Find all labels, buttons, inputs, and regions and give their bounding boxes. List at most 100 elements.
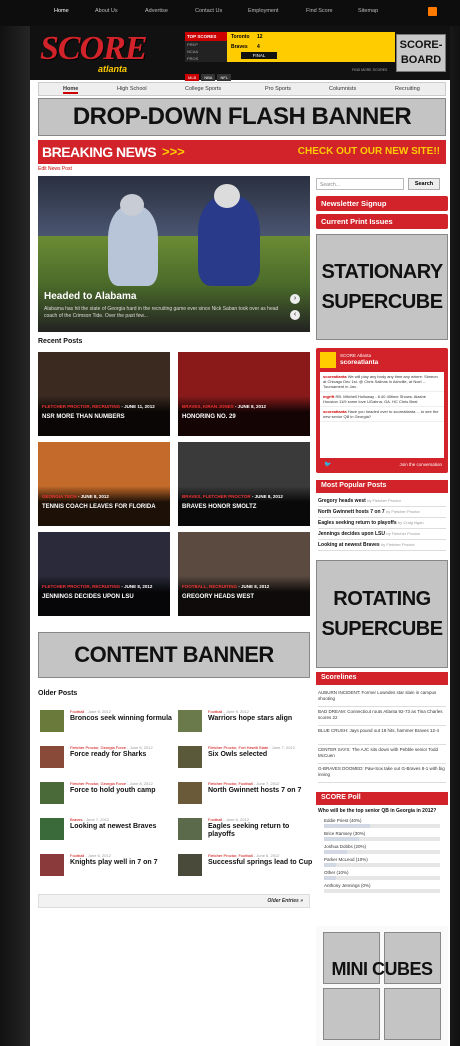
older-post-category[interactable]: Fletcher Proctor, Fort Hewitt State (208, 745, 268, 750)
recent-post-category[interactable]: BRAVES, FLETCHER PROCTOR (182, 494, 251, 499)
twitter-handle[interactable]: scoreatlanta (340, 359, 378, 366)
recent-post-category[interactable]: FOOTBALL, RECRUITING (182, 584, 237, 589)
scoreline-item[interactable]: AUBURN INCIDENT: Former Lowndes star sla… (318, 688, 446, 707)
scoreboard-side-item[interactable]: NCAA (185, 48, 227, 55)
popular-post-item[interactable]: Jennings decides upon LSU by Fletcher Pr… (318, 529, 446, 540)
nav-recruiting[interactable]: Recruiting (395, 86, 420, 92)
search-button[interactable]: Search (408, 178, 440, 190)
older-post-category[interactable]: Football (70, 709, 84, 714)
top-nav-employment[interactable]: Employment (248, 8, 279, 14)
next-arrow-icon[interactable]: › (290, 294, 300, 304)
nav-pro-sports[interactable]: Pro Sports (265, 86, 291, 92)
scoreline-item[interactable]: G-BRAVES DOOMED: Paw-Sox take out G-Brav… (318, 764, 446, 783)
edit-news-post-link[interactable]: Edit News Post (38, 166, 72, 172)
recent-post-title[interactable]: GREGORY HEADS WEST (182, 594, 306, 601)
older-post-category[interactable]: Football (70, 853, 84, 858)
older-post-item[interactable]: Fletcher Proctor, Georgia Force - June 8… (40, 744, 174, 772)
scoreline-item[interactable]: CENTER SAYS: The AJC sits down with Pebb… (318, 745, 446, 764)
older-post-item[interactable]: Fletcher Proctor, Football - June 6, 201… (178, 852, 312, 880)
twitter-feed[interactable]: scoreatlanta We will play any body any t… (320, 372, 444, 458)
older-post-category[interactable]: Fletcher Proctor, Georgia Force (70, 745, 126, 750)
popular-post-item[interactable]: Eagles seeking return to playoffs by Cra… (318, 518, 446, 529)
older-post-thumbnail[interactable] (40, 782, 64, 804)
recent-post-card[interactable]: FOOTBALL, RECRUITING - JUNE 8, 2012 GREGO… (178, 532, 310, 616)
older-post-item[interactable]: Fletcher Proctor, Georgia Force - June 8… (40, 780, 174, 808)
recent-post-category[interactable]: FLETCHER PROCTOR, RECRUITING (42, 584, 120, 589)
recent-post-category[interactable]: GEORGIA TECH (42, 494, 77, 499)
top-nav-about[interactable]: About Us (95, 8, 118, 14)
tab-mlb[interactable]: MLB (185, 74, 200, 81)
older-post-item[interactable]: Football - June 6, 2012 Knights play well… (40, 852, 174, 880)
older-post-item[interactable]: Braves - June 7, 2012 Looking at newest B… (40, 816, 174, 844)
older-post-title[interactable]: North Gwinnett hosts 7 on 7 (208, 787, 316, 795)
older-post-item[interactable]: Football - June 9, 2012 Broncos seek winn… (40, 708, 174, 736)
older-post-title[interactable]: Force to hold youth camp (70, 787, 178, 795)
rotating-supercube[interactable]: ROTATING SUPERCUBE (316, 560, 448, 668)
scoreline-item[interactable]: BAD DREAM: Connecticut routs Atlanta 92-… (318, 707, 446, 726)
older-post-thumbnail[interactable] (40, 818, 64, 840)
stationary-supercube[interactable]: STATIONARY SUPERCUBE (316, 234, 448, 340)
older-post-thumbnail[interactable] (178, 854, 202, 876)
top-nav-home[interactable]: Home (54, 8, 69, 14)
poll-option[interactable]: Brice Ramsey (30%) (324, 831, 440, 841)
tab-nfl[interactable]: NFL (217, 74, 232, 81)
dropdown-flash-banner[interactable]: DROP-DOWN FLASH BANNER (38, 98, 446, 136)
older-post-item[interactable]: Football - June 9, 2012 Warriors hope sta… (178, 708, 312, 736)
poll-option[interactable]: Joshua Dobbs (20%) (324, 844, 440, 854)
older-post-thumbnail[interactable] (40, 854, 64, 876)
nav-columnists[interactable]: Columnists (329, 86, 356, 92)
older-post-title[interactable]: Knights play well in 7 on 7 (70, 859, 178, 867)
poll-option[interactable]: Anthony Jennings (0%) (324, 883, 440, 893)
recent-post-card[interactable]: GEORGIA TECH - JUNE 8, 2012 TENNIS COACH … (38, 442, 170, 526)
poll-option[interactable]: Other (10%) (324, 870, 440, 880)
poll-option[interactable]: Eddie Priest (40%) (324, 818, 440, 828)
recent-post-card[interactable]: BRAVES, FLETCHER PROCTOR - JUNE 8, 2012 B… (178, 442, 310, 526)
nav-high-school[interactable]: High School (117, 86, 147, 92)
popular-post-item[interactable]: North Gwinnett hosts 7 on 7 by Fletcher … (318, 507, 446, 518)
older-post-thumbnail[interactable] (178, 710, 202, 732)
recent-post-title[interactable]: JENNINGS DECIDES UPON LSU (42, 594, 166, 601)
nav-home[interactable]: Home (63, 86, 79, 94)
popular-post-item[interactable]: Looking at newest Braves by Fletcher Pro… (318, 540, 446, 551)
top-nav-contact[interactable]: Contact Us (195, 8, 222, 14)
older-post-category[interactable]: Braves (70, 817, 82, 822)
popular-post-item[interactable]: Gregory heads west by Fletcher Proctor (318, 496, 446, 507)
older-post-title[interactable]: Looking at newest Braves (70, 823, 178, 831)
top-nav-advertise[interactable]: Advertise (145, 8, 168, 14)
older-post-title[interactable]: Broncos seek winning formula (70, 715, 178, 723)
rss-icon[interactable] (428, 7, 437, 16)
scoreboard-side-item[interactable]: PREP (185, 41, 227, 48)
search-input[interactable]: Search... (316, 178, 404, 190)
older-entries-link[interactable]: Older Entries » (267, 898, 303, 904)
recent-post-card[interactable]: FLETCHER PROCTOR, RECRUITING - JUNE 11, … (38, 352, 170, 436)
older-post-item[interactable]: Fletcher Proctor, Fort Hewitt State - Ju… (178, 744, 312, 772)
older-post-thumbnail[interactable] (178, 782, 202, 804)
recent-post-card[interactable]: FLETCHER PROCTOR, RECRUITING - JUNE 8, 2… (38, 532, 170, 616)
older-post-thumbnail[interactable] (40, 746, 64, 768)
older-post-thumbnail[interactable] (178, 818, 202, 840)
hero-slider[interactable]: Headed to Alabama Alabama has hit the st… (38, 176, 310, 332)
older-post-title[interactable]: Warriors hope stars align (208, 715, 316, 723)
recent-post-title[interactable]: TENNIS COACH LEAVES FOR FLORIDA (42, 504, 166, 511)
older-post-thumbnail[interactable] (40, 710, 64, 732)
scoreboard-side-item[interactable]: PROS (185, 55, 227, 62)
older-post-item[interactable]: Fletcher Proctor, Football - June 7, 201… (178, 780, 312, 808)
older-post-category[interactable]: Football (208, 817, 222, 822)
recent-post-card[interactable]: BRAVES, KIRAN JONES - JUNE 8, 2012 HONORI… (178, 352, 310, 436)
breaking-news-bar[interactable]: BREAKING NEWS >>> CHECK OUT OUR NEW SITE… (38, 140, 446, 164)
older-post-title[interactable]: Successful springs lead to Cup (208, 859, 316, 867)
older-post-title[interactable]: Six Owls selected (208, 751, 316, 759)
newsletter-signup-button[interactable]: Newsletter Signup (316, 196, 448, 211)
top-nav-find-score[interactable]: Find Score (306, 8, 333, 14)
top-nav-sitemap[interactable]: Sitemap (358, 8, 378, 14)
find-more-scores-link[interactable]: FIND MORE SCORES (352, 68, 387, 72)
tab-nba[interactable]: NBA (201, 74, 216, 81)
older-post-item[interactable]: Football - June 6, 2012 Eagles seeking re… (178, 816, 312, 844)
recent-post-title[interactable]: NSR MORE THAN NUMBERS (42, 414, 166, 421)
breaking-news-headline[interactable]: CHECK OUT OUR NEW SITE!! (298, 146, 440, 157)
recent-post-title[interactable]: BRAVES HONOR SMOLTZ (182, 504, 306, 511)
mini-cube[interactable] (384, 988, 441, 1040)
older-post-title[interactable]: Eagles seeking return to playoffs (208, 823, 316, 838)
current-print-issues-button[interactable]: Current Print Issues (316, 214, 448, 229)
site-logo[interactable]: SCORE (40, 30, 147, 68)
